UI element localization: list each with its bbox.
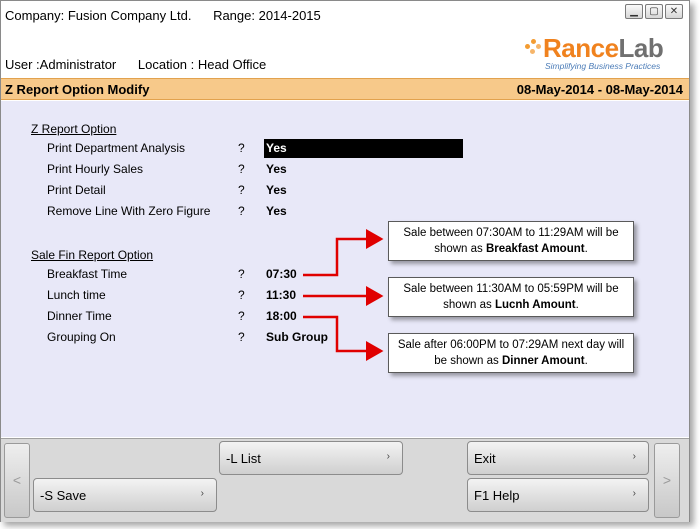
chevron-right-icon: › xyxy=(386,451,390,462)
form-panel: Z Report Option Print Department Analysi… xyxy=(1,101,689,437)
value-field[interactable]: Yes xyxy=(266,162,287,176)
value-field[interactable]: 07:30 xyxy=(266,267,297,281)
value-field[interactable]: Yes xyxy=(266,204,287,218)
location-label: Location : Head Office xyxy=(137,57,267,72)
value-field[interactable]: 11:30 xyxy=(266,288,296,302)
restore-button[interactable]: ▢ xyxy=(645,4,663,19)
option-row-print-detail[interactable]: Print Detail ? Yes xyxy=(47,181,467,201)
company-label: Company: Fusion Company Ltd. xyxy=(5,8,192,23)
logo-tagline: Simplifying Business Practices xyxy=(545,61,661,71)
rancelab-logo: RanceLab Simplifying Business Practices xyxy=(525,33,675,73)
close-button[interactable]: ✕ xyxy=(665,4,683,19)
button-bar: < -L List › -S Save › Exit › F1 Help › > xyxy=(1,438,689,522)
session-info: User :Administrator Location : Head Offi… xyxy=(5,57,284,72)
dinner-callout: Sale after 06:00PM to 07:29AM next day w… xyxy=(388,333,634,373)
next-page-button[interactable]: > xyxy=(654,443,680,518)
list-button[interactable]: -L List › xyxy=(219,441,403,475)
form-titlebar: Z Report Option Modify 08-May-2014 - 08-… xyxy=(1,78,689,100)
option-row-remove-zero-line[interactable]: Remove Line With Zero Figure ? Yes xyxy=(47,202,467,222)
form-title: Z Report Option Modify xyxy=(5,82,150,97)
save-button[interactable]: -S Save › xyxy=(33,478,217,512)
z-report-section-title: Z Report Option xyxy=(31,122,117,136)
logo-dots-icon xyxy=(525,39,541,55)
breakfast-callout: Sale between 07:30AM to 11:29AM will be … xyxy=(388,221,634,261)
value-field[interactable]: Yes xyxy=(266,183,287,197)
user-label: User :Administrator xyxy=(5,57,117,72)
header-info: Company: Fusion Company Ltd. Range: 2014… xyxy=(5,8,339,23)
lunch-callout: Sale between 11:30AM to 05:59PM will be … xyxy=(388,277,634,317)
range-label: Range: 2014-2015 xyxy=(213,8,321,23)
value-field[interactable]: Sub Group xyxy=(266,330,328,344)
window-controls: ▁ ▢ ✕ xyxy=(625,4,683,19)
option-row-print-hourly-sales[interactable]: Print Hourly Sales ? Yes xyxy=(47,160,467,180)
chevron-right-icon: › xyxy=(632,451,636,462)
app-window: Company: Fusion Company Ltd. Range: 2014… xyxy=(0,0,690,522)
help-button[interactable]: F1 Help › xyxy=(467,478,649,512)
value-field[interactable]: Yes xyxy=(264,139,463,158)
sale-fin-section-title: Sale Fin Report Option xyxy=(31,248,154,262)
date-range: 08-May-2014 - 08-May-2014 xyxy=(516,82,683,97)
logo-wordmark: RanceLab xyxy=(543,33,664,63)
chevron-right-icon: › xyxy=(632,488,636,499)
exit-button[interactable]: Exit › xyxy=(467,441,649,475)
value-field[interactable]: 18:00 xyxy=(266,309,297,323)
prev-page-button[interactable]: < xyxy=(4,443,30,518)
option-row-print-department-analysis[interactable]: Print Department Analysis ? Yes xyxy=(47,139,467,159)
chevron-right-icon: › xyxy=(200,488,204,499)
minimize-button[interactable]: ▁ xyxy=(625,4,643,19)
